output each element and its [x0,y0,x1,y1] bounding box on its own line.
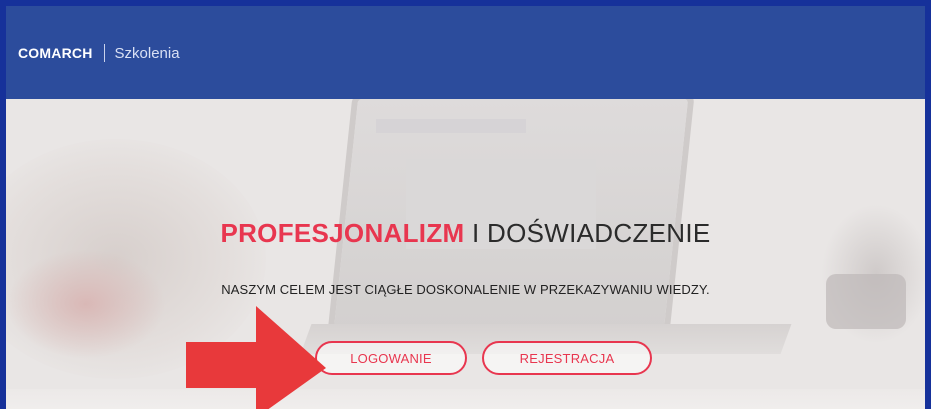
headline-accent: PROFESJONALIZM [220,218,465,248]
brand-divider [103,44,105,62]
background-decoration [376,119,526,133]
hero-headline: PROFESJONALIZM I DOŚWIADCZENIE [6,218,925,249]
register-button[interactable]: REJESTRACJA [482,341,652,375]
brand-section: Szkolenia [114,44,180,62]
hero-section: PROFESJONALIZM I DOŚWIADCZENIE NASZYM CE… [6,99,925,409]
background-decoration [6,389,925,409]
brand-logo[interactable]: COMARCH Szkolenia [18,44,180,62]
top-navbar: COMARCH Szkolenia [6,6,925,99]
headline-rest: I DOŚWIADCZENIE [464,218,711,248]
brand-name: COMARCH [18,45,93,61]
page-frame: COMARCH Szkolenia PROFESJONALIZM I DOŚWI… [0,0,931,409]
annotation-arrow-icon [186,306,326,409]
hero-subline: NASZYM CELEM JEST CIĄGŁE DOSKONALENIE W … [221,282,710,297]
background-decoration [6,249,166,359]
